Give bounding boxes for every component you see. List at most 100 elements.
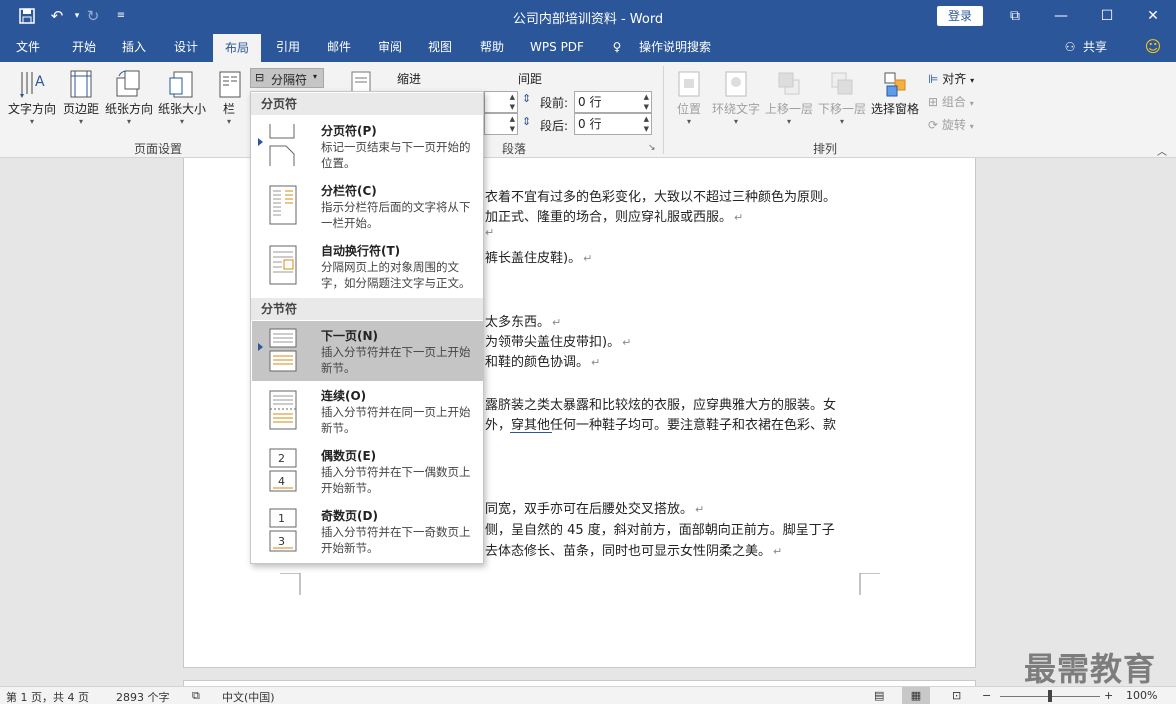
paragraph-mark-icon: ↵	[695, 503, 705, 516]
maximize-icon[interactable]: ☐	[1084, 0, 1130, 32]
tab-wps-pdf[interactable]: WPS PDF	[522, 32, 592, 62]
breaks-icon: ⊟	[255, 71, 265, 84]
menu-item-page-break[interactable]: 分页符(P) 标记一页结束与下一页开始的位置。	[252, 116, 483, 176]
tab-home[interactable]: 开始	[62, 32, 106, 62]
selection-pane-button[interactable]: 选择窗格	[869, 68, 921, 117]
doc-line: 太多东西。 ↵	[485, 315, 562, 330]
rotate-button[interactable]: ⟳ 旋转 ▾	[928, 116, 974, 133]
svg-text:3: 3	[278, 535, 285, 548]
print-layout-icon[interactable]: ▦	[902, 687, 930, 704]
bring-forward-button[interactable]: 上移一层 ▾	[764, 68, 814, 126]
status-bar: 第 1 页，共 4 页 2893 个字 ⧉ 中文(中国) ▤ ▦ ⊡ − + 1…	[0, 686, 1176, 704]
menu-item-continuous[interactable]: 连续(O) 插入分节符并在同一页上开始新节。	[252, 381, 483, 441]
paragraph-mark-icon: ↵	[734, 211, 744, 224]
selection-pane-icon	[884, 72, 906, 97]
menu-item-even-page[interactable]: 24 偶数页(E) 插入分节符并在下一偶数页上开始新节。	[252, 441, 483, 501]
size-button[interactable]: 纸张大小 ▾	[156, 68, 208, 126]
tab-design[interactable]: 设计	[164, 32, 208, 62]
send-backward-button[interactable]: 下移一层 ▾	[817, 68, 867, 126]
tab-references[interactable]: 引用	[266, 32, 310, 62]
read-mode-icon[interactable]: ▤	[874, 689, 884, 702]
paragraph-mark-icon: ↵	[773, 545, 783, 558]
columns-button[interactable]: 栏 ▾	[214, 68, 244, 126]
paragraph-launcher-icon[interactable]: ↘	[648, 143, 656, 153]
zoom-in-button[interactable]: +	[1104, 689, 1113, 702]
language[interactable]: 中文(中国)	[222, 689, 275, 704]
page-count[interactable]: 第 1 页，共 4 页	[6, 689, 89, 704]
tab-help[interactable]: 帮助	[470, 32, 514, 62]
svg-text:4: 4	[278, 475, 285, 488]
close-icon[interactable]: ✕	[1130, 0, 1176, 32]
align-icon: ⊫	[928, 72, 939, 86]
next-page-section-icon	[269, 328, 297, 372]
link-underline	[510, 432, 552, 433]
doc-line: 加正式、隆重的场合，则应穿礼服或西服。 ↵	[485, 210, 744, 225]
tab-view[interactable]: 视图	[418, 32, 462, 62]
column-break-icon	[269, 185, 297, 225]
word-count[interactable]: 2893 个字	[116, 689, 170, 704]
send-backward-icon	[831, 72, 853, 95]
position-icon	[678, 71, 700, 97]
orientation-icon	[116, 70, 140, 97]
size-label: 纸张大小	[157, 102, 206, 116]
margin-corner	[859, 573, 880, 595]
doc-line: 为领带尖盖住皮带扣)。 ↵	[485, 335, 632, 350]
tab-insert[interactable]: 插入	[112, 32, 156, 62]
collapse-ribbon-icon[interactable]: ︿	[1157, 143, 1167, 158]
lightbulb-icon: ♀	[612, 40, 622, 54]
minimize-icon[interactable]: —	[1038, 0, 1084, 32]
group-icon: ⊞	[928, 95, 939, 109]
breaks-button[interactable]: ⊟ 分隔符 ▾	[250, 68, 324, 88]
svg-text:A: A	[35, 74, 45, 90]
position-button[interactable]: 位置 ▾	[672, 68, 706, 126]
menu-item-column-break[interactable]: 分栏符(C) 指示分栏符后面的文字将从下一栏开始。	[252, 176, 483, 236]
columns-label: 栏	[222, 102, 235, 116]
zoom-level[interactable]: 100%	[1126, 689, 1157, 702]
share-button[interactable]: 共享	[1080, 32, 1110, 62]
doc-line: 裤长盖住皮鞋)。 ↵	[485, 251, 593, 266]
space-after-icon: ⇕	[522, 115, 532, 128]
share-icon: ⚇	[1064, 40, 1076, 54]
tell-me-search[interactable]: 操作说明搜索	[630, 32, 720, 62]
doc-line: 去体态修长、苗条，同时也可显示女性阴柔之美。 ↵	[485, 544, 783, 559]
space-after-label: 段后:	[540, 119, 569, 133]
tab-review[interactable]: 审阅	[368, 32, 412, 62]
group-separator	[663, 66, 664, 154]
login-button[interactable]: 登录	[937, 6, 983, 26]
tab-layout[interactable]: 布局	[213, 34, 261, 62]
ribbon-display-icon[interactable]: ⧉	[992, 0, 1038, 32]
web-layout-icon[interactable]: ⊡	[952, 689, 961, 702]
group-button[interactable]: ⊞ 组合 ▾	[928, 93, 974, 110]
bring-forward-icon	[778, 72, 800, 95]
rotate-icon: ⟳	[928, 118, 939, 132]
doc-line: 外，穿其他任何一种鞋子均可。要注意鞋子和衣裙在色彩、款	[485, 418, 837, 433]
menu-item-odd-page[interactable]: 13 奇数页(D) 插入分节符并在下一奇数页上开始新节。	[252, 501, 483, 561]
zoom-out-button[interactable]: −	[982, 689, 991, 702]
proofing-icon[interactable]: ⧉	[192, 689, 200, 703]
section-breaks-header: 分节符	[251, 298, 483, 320]
space-before-label: 段前:	[540, 96, 569, 110]
tab-file[interactable]: 文件	[8, 32, 48, 62]
margins-icon	[70, 70, 92, 98]
smiley-icon[interactable]: ☺	[1142, 32, 1164, 62]
space-before-input[interactable]: 0 行 ▲ ▼	[574, 91, 652, 113]
zoom-slider-thumb[interactable]	[1048, 690, 1052, 702]
margins-button[interactable]: 页边距 ▾	[60, 68, 102, 126]
svg-text:2: 2	[278, 452, 285, 465]
align-button[interactable]: ⊫ 对齐 ▾	[928, 70, 974, 87]
text-wrapping-break-icon	[269, 245, 297, 285]
ribbon-tabs: 文件 开始 插入 设计 布局 引用 邮件 审阅 视图 帮助 WPS PDF ♀ …	[0, 32, 1176, 62]
indent-left-spinner[interactable]: ▲ ▼	[484, 91, 518, 113]
space-after-input[interactable]: 0 行 ▲ ▼	[574, 113, 652, 135]
indent-right-spinner[interactable]: ▲ ▼	[484, 113, 518, 135]
paragraph-mark-icon: ↵	[552, 316, 562, 329]
paragraph-mark-icon: ↵	[485, 226, 495, 239]
menu-item-next-page[interactable]: 下一页(N) 插入分节符并在下一页上开始新节。	[252, 321, 483, 381]
tab-mailings[interactable]: 邮件	[317, 32, 361, 62]
orientation-button[interactable]: 纸张方向 ▾	[104, 68, 154, 126]
text-direction-button[interactable]: A 文字方向 ▾	[6, 68, 58, 126]
wrap-text-button[interactable]: 环绕文字 ▾	[710, 68, 762, 126]
orientation-label: 纸张方向	[104, 102, 153, 116]
menu-item-text-wrapping-break[interactable]: 自动换行符(T) 分隔网页上的对象周围的文字，如分隔题注文字与正文。	[252, 236, 483, 296]
doc-line: 衣着不宜有过多的色彩变化，大致以不超过三种颜色为原则。	[485, 190, 837, 205]
